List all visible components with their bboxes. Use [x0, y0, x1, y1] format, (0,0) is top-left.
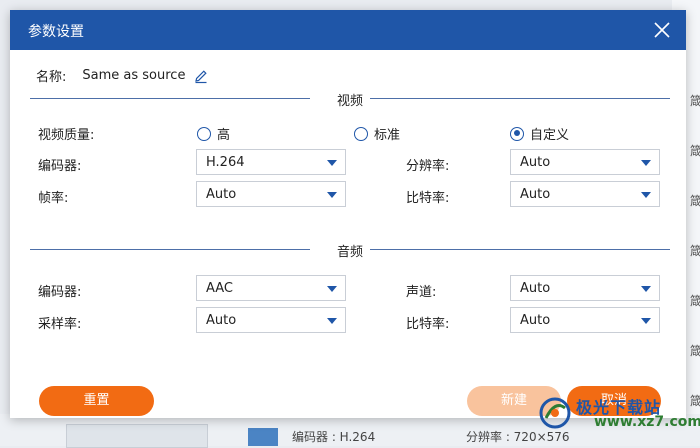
dropdown-arrow-icon: [641, 318, 651, 324]
audio-bitrate-label: 比特率:: [406, 317, 450, 332]
select-value: Auto: [520, 281, 551, 296]
background-glyph: 箴: [690, 94, 700, 108]
name-label: 名称:: [36, 70, 67, 85]
background-glyph: 箴: [690, 244, 700, 258]
video-section-title: 视频: [336, 94, 363, 109]
select-value: Auto: [206, 313, 237, 328]
background-file-icon: [248, 428, 278, 446]
video-section-header: 视频: [30, 89, 670, 109]
resolution-label: 分辨率:: [406, 159, 450, 174]
framerate-label: 帧率:: [38, 191, 69, 206]
dialog-titlebar: 参数设置: [10, 10, 686, 50]
video-encoder-select[interactable]: H.264: [196, 149, 346, 175]
framerate-select[interactable]: Auto: [196, 181, 346, 207]
audio-encoder-select[interactable]: AAC: [196, 275, 346, 301]
video-bitrate-label: 比特率:: [406, 191, 450, 206]
dropdown-arrow-icon: [641, 160, 651, 166]
audio-bitrate-select[interactable]: Auto: [510, 307, 660, 333]
divider: [370, 98, 670, 99]
dropdown-arrow-icon: [641, 286, 651, 292]
background-glyph: 箴: [690, 144, 700, 158]
close-icon[interactable]: [650, 18, 674, 42]
dropdown-arrow-icon: [641, 192, 651, 198]
audio-encoder-label: 编码器:: [38, 285, 82, 300]
select-value: Auto: [520, 155, 551, 170]
quality-radio-standard[interactable]: 标准: [354, 124, 400, 143]
dropdown-arrow-icon: [327, 318, 337, 324]
channel-select[interactable]: Auto: [510, 275, 660, 301]
video-quality-label: 视频质量:: [38, 128, 95, 143]
select-value: Auto: [520, 313, 551, 328]
quality-radio-custom[interactable]: 自定义: [510, 124, 569, 143]
quality-option-label: 自定义: [530, 128, 570, 143]
select-value: Auto: [206, 187, 237, 202]
settings-dialog: 参数设置 名称: Same as source 视频 视频质量: 高 标准 自定…: [10, 10, 686, 418]
video-bitrate-select[interactable]: Auto: [510, 181, 660, 207]
samplerate-label: 采样率:: [38, 317, 82, 332]
dropdown-arrow-icon: [327, 160, 337, 166]
select-value: AAC: [206, 281, 233, 296]
quality-option-label: 高: [217, 128, 231, 143]
reset-button[interactable]: 重置: [39, 386, 154, 416]
resolution-select[interactable]: Auto: [510, 149, 660, 175]
radio-circle-selected: [510, 126, 524, 141]
video-encoder-label: 编码器:: [38, 159, 82, 174]
select-value: H.264: [206, 155, 245, 170]
background-glyph: 箴: [690, 394, 700, 408]
samplerate-select[interactable]: Auto: [196, 307, 346, 333]
radio-circle: [197, 126, 211, 141]
name-value: Same as source: [82, 68, 186, 83]
background-thumbnail: [66, 424, 208, 448]
site-watermark: 极光下载站 www.xz7.com: [538, 392, 700, 434]
audio-section-header: 音频: [30, 240, 670, 260]
quality-option-label: 标准: [374, 128, 401, 143]
audio-section-title: 音频: [336, 245, 363, 260]
dropdown-arrow-icon: [327, 286, 337, 292]
dialog-title: 参数设置: [28, 24, 84, 40]
divider: [370, 249, 670, 250]
watermark-site-url: www.xz7.com: [594, 414, 700, 430]
radio-circle: [354, 126, 368, 141]
select-value: Auto: [520, 187, 551, 202]
background-glyph: 箴: [690, 294, 700, 308]
quality-radio-high[interactable]: 高: [197, 124, 230, 143]
background-encoder-text: 编码器 : H.264: [292, 430, 376, 444]
background-glyph: 箴: [690, 344, 700, 358]
dropdown-arrow-icon: [327, 192, 337, 198]
aurora-logo-icon: [539, 397, 571, 429]
name-row: 名称: Same as source: [36, 66, 209, 85]
edit-pencil-icon[interactable]: [193, 68, 209, 84]
channel-label: 声道:: [406, 285, 437, 300]
background-glyph: 箴: [690, 194, 700, 208]
